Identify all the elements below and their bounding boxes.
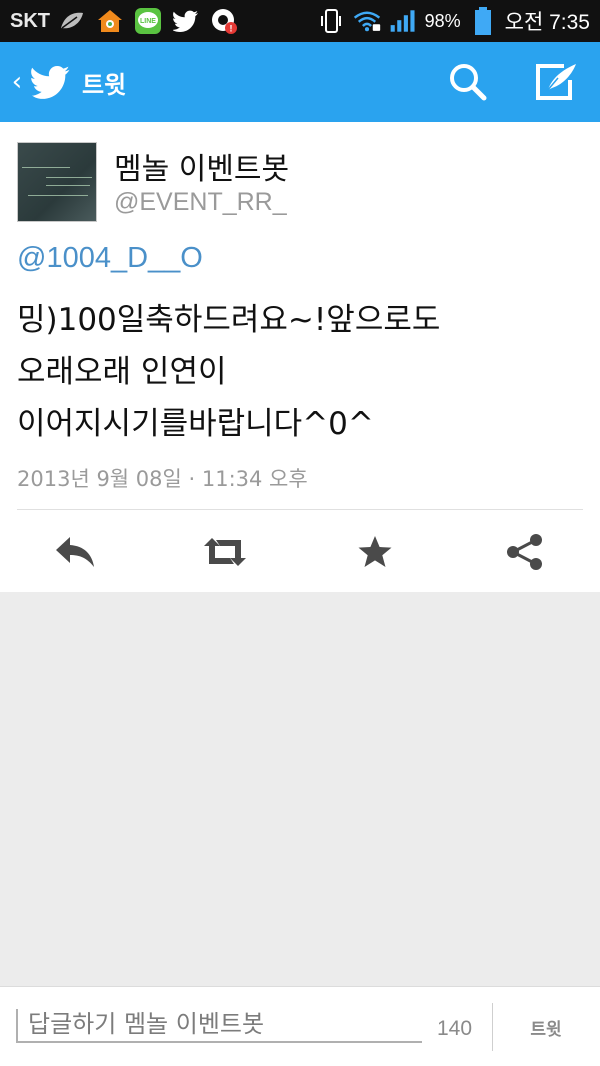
line-logo-text: LINE xyxy=(140,18,156,25)
reply-icon[interactable] xyxy=(0,527,150,577)
tweet-detail-card: 멤놀 이벤트봇 @EVENT_RR_ @1004_D__O 밍)100일축하드려… xyxy=(0,122,600,592)
retweet-icon[interactable] xyxy=(150,527,300,577)
compose-tweet-icon[interactable] xyxy=(512,42,600,122)
tweet-text: 밍)100일축하드려요~!앞으로도 오래오래 인연이 이어지시기를바랍니다^0^ xyxy=(17,294,587,450)
battery-percent: 98% xyxy=(424,10,461,31)
line-app-icon: LINE xyxy=(134,7,162,35)
carrier-label: SKT xyxy=(10,9,50,32)
tweet-actions xyxy=(0,527,600,577)
character-counter: 140 xyxy=(437,1017,473,1040)
signal-icon xyxy=(389,7,417,35)
home-icon xyxy=(96,7,124,35)
tweet-text-line: 밍)100일축하드려요~!앞으로도 xyxy=(17,302,441,338)
clock: 오전 7:35 xyxy=(504,11,590,34)
battery-icon xyxy=(469,7,497,35)
author-avatar[interactable] xyxy=(17,142,97,222)
status-bar: SKT LINE ! 98% 오전 7:35 xyxy=(0,0,600,42)
author-name[interactable]: 멤놀 이벤트봇 xyxy=(114,144,289,188)
vibrate-icon xyxy=(317,7,345,35)
app-bar: ‹ 트윗 xyxy=(0,42,600,122)
reply-bar: 답글하기 멤놀 이벤트봇 140 트윗 xyxy=(0,986,600,1066)
send-tweet-button[interactable]: 트윗 xyxy=(500,1007,592,1047)
leaf-icon xyxy=(58,7,86,35)
favorite-icon[interactable] xyxy=(300,527,450,577)
back-chevron-icon[interactable]: ‹ xyxy=(4,42,30,122)
reply-divider xyxy=(492,1003,493,1051)
screen-title: 트윗 xyxy=(82,70,127,99)
reply-input[interactable]: 답글하기 멤놀 이벤트봇 xyxy=(16,1009,422,1043)
author-handle[interactable]: @EVENT_RR_ xyxy=(114,188,287,217)
twitter-logo-icon[interactable] xyxy=(30,62,72,102)
share-icon[interactable] xyxy=(450,527,600,577)
twitter-bird-icon xyxy=(172,7,200,35)
tweet-timestamp: 2013년 9월 08일 · 11:34 오후 xyxy=(17,467,308,491)
mention-link[interactable]: @1004_D__O xyxy=(17,242,203,275)
divider xyxy=(17,509,583,510)
tweet-text-line: 이어지시기를바랍니다^0^ xyxy=(17,406,374,442)
tweet-text-line: 오래오래 인연이 xyxy=(17,354,227,390)
svg-text:!: ! xyxy=(230,24,233,34)
wifi-icon xyxy=(353,7,381,35)
record-icon: ! xyxy=(210,7,238,35)
search-icon[interactable] xyxy=(424,42,512,122)
